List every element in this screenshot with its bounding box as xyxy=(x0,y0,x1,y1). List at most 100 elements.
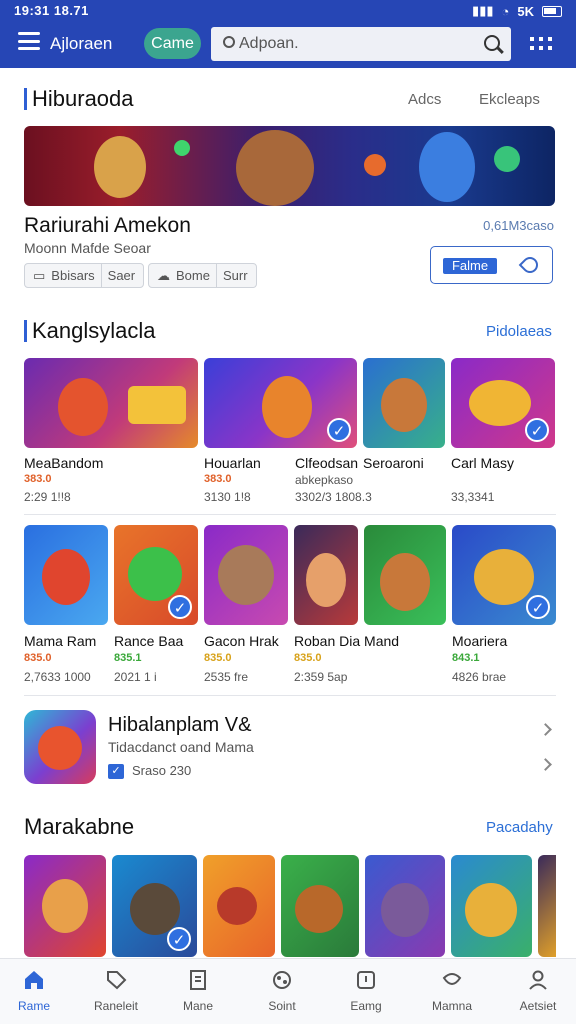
game-character xyxy=(474,549,534,605)
game-meta: 2,7633 1000 xyxy=(24,670,91,684)
promo-meta: Sraso 230 xyxy=(132,763,192,778)
game-tile[interactable]: ✓ xyxy=(112,855,197,957)
chevron-right-icon[interactable] xyxy=(539,758,552,771)
game-character xyxy=(42,549,90,605)
game-character xyxy=(381,378,427,432)
checkbox-icon[interactable]: ✓ xyxy=(108,764,124,779)
game-meta: abkepkaso xyxy=(295,473,354,487)
game-rating: 835.0 xyxy=(24,652,52,664)
featured-title: Rariurahi Amekon xyxy=(24,214,191,237)
bottom-navigation: Rame Raneleit Mane Soint Eamg Mamna Aets… xyxy=(0,958,576,1024)
game-tile[interactable] xyxy=(24,525,108,625)
game-tile[interactable] xyxy=(365,855,445,957)
game-tile[interactable] xyxy=(363,358,445,448)
game-meta: 33,3341 xyxy=(451,490,495,504)
game-meta: 2021 1 i xyxy=(114,670,157,684)
chip-label: Bbisars xyxy=(51,268,95,283)
game-tile[interactable] xyxy=(203,855,275,957)
shield-icon xyxy=(357,971,375,989)
game-tile[interactable]: ✓ xyxy=(114,525,198,625)
signal-icon: ▮▮▮ xyxy=(472,3,494,18)
nav-item-5[interactable]: Eamg xyxy=(334,959,398,1024)
game-name: Roban Dia Mand xyxy=(294,633,400,649)
home-icon xyxy=(25,971,43,989)
category-pill[interactable]: Came xyxy=(144,28,201,59)
banner-character xyxy=(94,136,146,198)
tag-icon xyxy=(107,971,127,990)
game-character xyxy=(380,553,430,611)
section-title: Kanglsylacla xyxy=(32,318,156,343)
nav-label: Aetsiet xyxy=(519,999,557,1013)
game-tile[interactable]: ✓ xyxy=(451,358,555,448)
game-meta: 3130 1!8 xyxy=(204,490,251,504)
nav-item-7[interactable]: Aetsiet xyxy=(506,959,570,1024)
cloud-icon: ☁ xyxy=(157,267,170,283)
game-tile[interactable] xyxy=(451,855,532,957)
search-input[interactable] xyxy=(239,27,479,61)
game-character xyxy=(306,553,346,607)
promo-character xyxy=(38,726,82,770)
banner-orb xyxy=(494,146,520,172)
game-tile[interactable] xyxy=(281,855,359,957)
section-title: Hiburaoda xyxy=(32,86,134,111)
game-name: Rance Baa xyxy=(114,633,184,649)
section-link-a[interactable]: Adcs xyxy=(408,91,441,108)
grid-menu-icon[interactable] xyxy=(530,37,552,51)
hamburger-menu-icon[interactable] xyxy=(18,32,40,50)
game-tile[interactable] xyxy=(24,855,106,957)
game-tile[interactable] xyxy=(538,855,556,957)
featured-meta: 0,61M3caso xyxy=(483,218,554,233)
chevron-right-icon[interactable] xyxy=(539,723,552,736)
promo-title[interactable]: Hibalanplam V& xyxy=(108,714,251,737)
search-bar xyxy=(211,27,511,61)
section-link[interactable]: Pidolaeas xyxy=(486,323,552,340)
chip-label: Bome xyxy=(176,268,210,283)
game-tile[interactable] xyxy=(364,525,446,625)
game-rating: 843.1 xyxy=(452,652,480,664)
game-character xyxy=(295,885,343,933)
game-tile[interactable] xyxy=(294,525,358,625)
nav-label: Eamg xyxy=(350,999,382,1013)
featured-banner[interactable] xyxy=(24,126,555,206)
nav-item-2[interactable]: Raneleit xyxy=(84,959,148,1024)
game-meta: 2:29 1!!8 xyxy=(24,490,71,504)
divider xyxy=(24,514,556,515)
game-name: Moariera xyxy=(452,633,508,649)
verified-icon: ✓ xyxy=(168,595,192,619)
section-link[interactable]: Pacadahy xyxy=(486,819,553,836)
game-meta: 3302/3 1808.3 xyxy=(295,490,372,504)
verified-icon: ✓ xyxy=(167,927,191,951)
promo-app-icon[interactable] xyxy=(24,710,96,784)
status-battery-label: 5K xyxy=(517,3,534,19)
nav-item-4[interactable]: Soint xyxy=(250,959,314,1024)
nav-label: Soint xyxy=(268,999,296,1013)
chip-value: Saer xyxy=(107,268,136,283)
nav-item-3[interactable]: Mane xyxy=(166,959,230,1024)
status-time: 19:31 18.71 xyxy=(14,3,89,18)
featured-action-label: Falme xyxy=(443,258,497,274)
chip-divider xyxy=(215,264,217,287)
featured-chip-2[interactable]: ☁ Bome Surr xyxy=(148,263,257,288)
game-name: Gacon Hrak xyxy=(204,633,279,649)
featured-chip-1[interactable]: ▭ Bbisars Saer xyxy=(24,263,145,288)
featured-action-button[interactable]: Falme xyxy=(430,246,553,284)
chip-value: Surr xyxy=(222,268,248,283)
game-tile[interactable]: ✓ xyxy=(204,358,357,448)
game-character xyxy=(128,547,182,601)
battery-icon xyxy=(542,5,562,17)
game-tile[interactable] xyxy=(24,358,198,448)
section-link-b[interactable]: Ekcleaps xyxy=(479,91,540,108)
game-icon xyxy=(273,971,291,989)
game-tile[interactable]: ✓ xyxy=(452,525,556,625)
nav-item-home[interactable]: Rame xyxy=(2,959,66,1024)
game-name: Carl Masy xyxy=(451,455,515,471)
app-title: Ajloraen xyxy=(50,34,113,53)
game-tile[interactable] xyxy=(204,525,288,625)
status-bar: 19:31 18.71 ▮▮▮ ◔ 5K xyxy=(0,0,576,22)
nav-item-6[interactable]: Mamna xyxy=(420,959,484,1024)
section-title: Marakabne xyxy=(24,814,135,839)
search-icon[interactable] xyxy=(473,27,511,61)
status-icons: ▮▮▮ ◔ 5K xyxy=(472,3,562,19)
banner-character xyxy=(236,130,314,206)
chat-icon xyxy=(442,973,462,985)
